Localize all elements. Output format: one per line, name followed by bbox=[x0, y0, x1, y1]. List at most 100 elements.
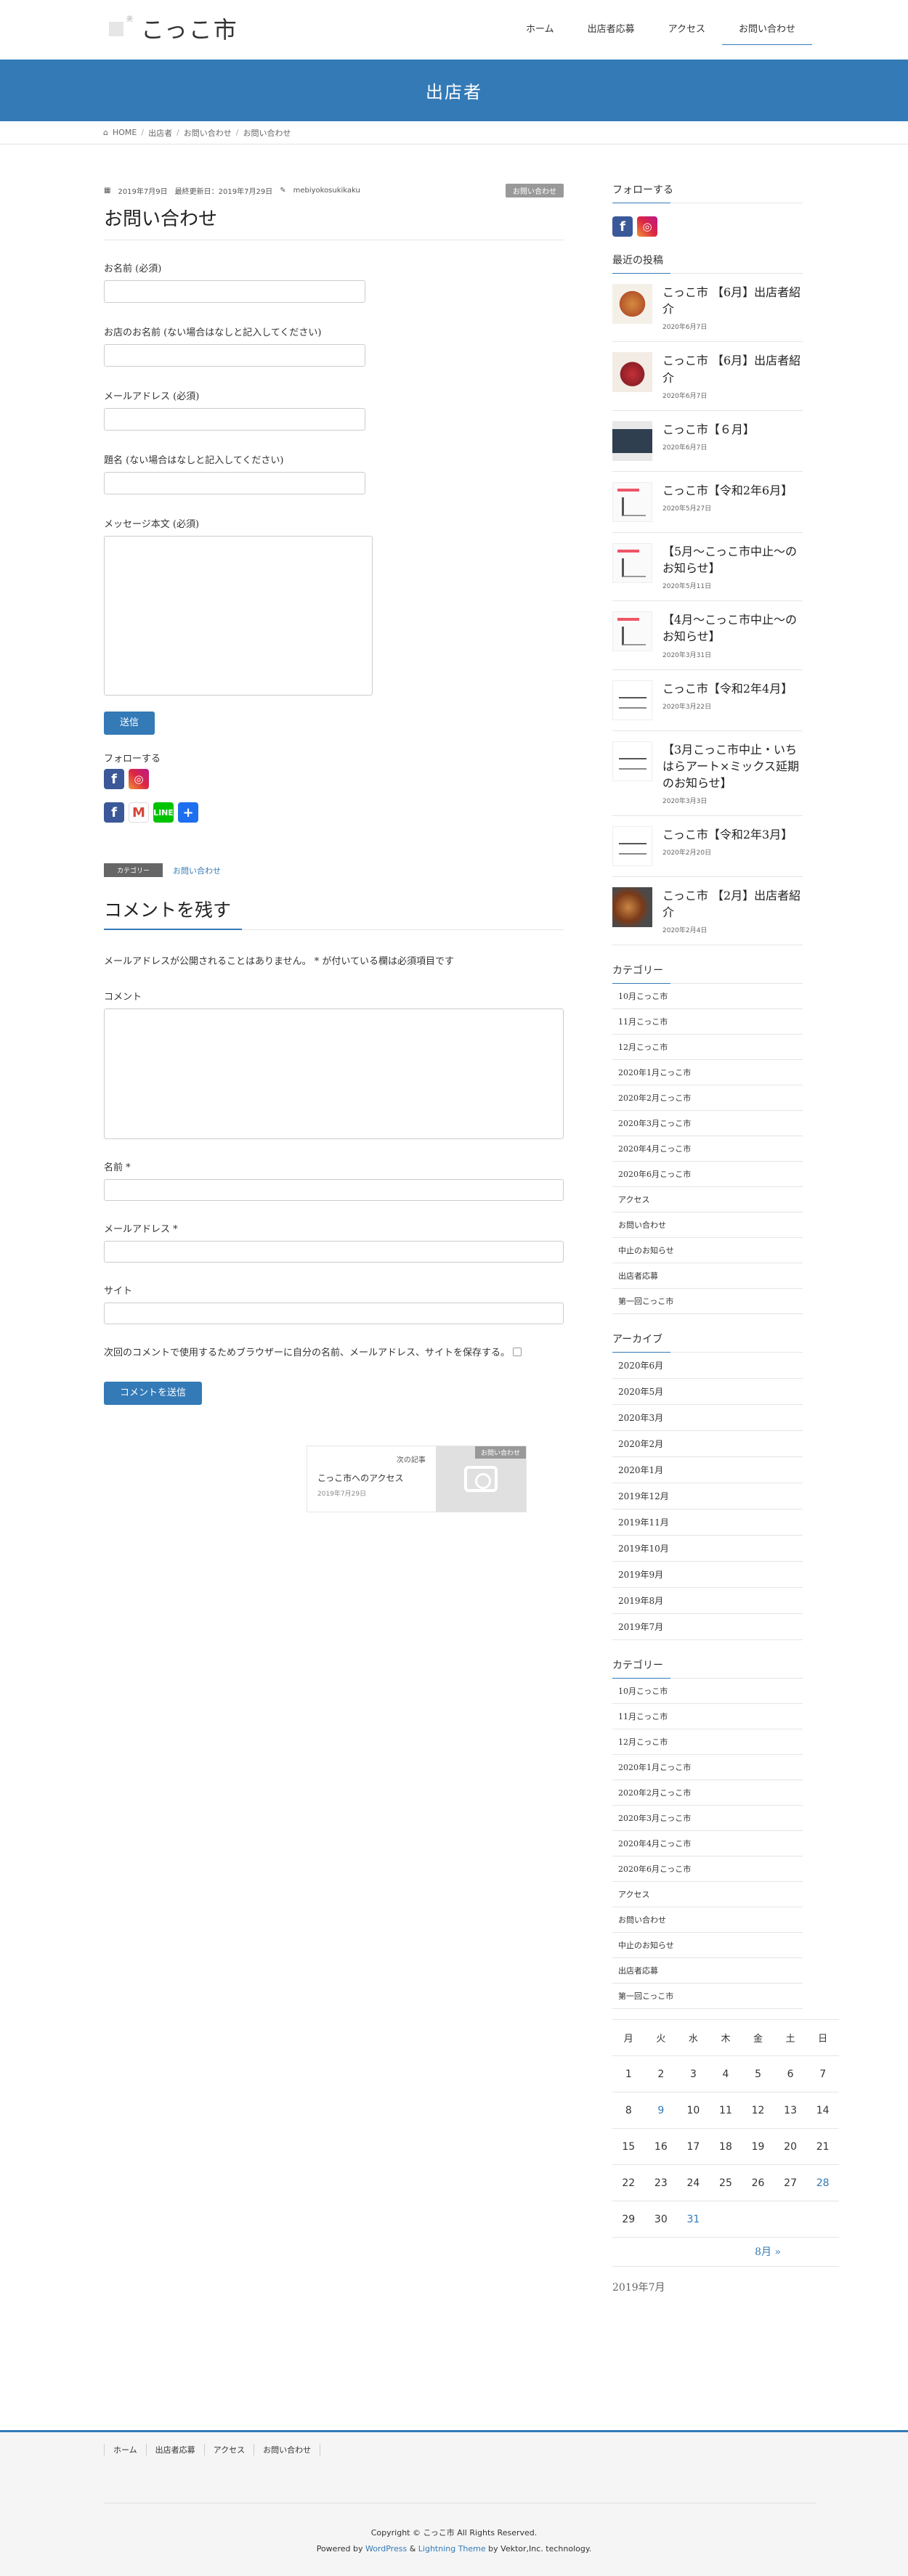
category-item[interactable]: お問い合わせ bbox=[612, 1907, 803, 1933]
post-date: 2020年6月7日 bbox=[662, 392, 708, 400]
next-post-card[interactable]: 次の記事 こっこ市へのアクセス 2019年7月29日 お問い合わせ bbox=[307, 1446, 527, 1512]
calendar-day: 14 bbox=[806, 2092, 839, 2129]
category-item[interactable]: アクセス bbox=[612, 1187, 803, 1213]
category-item[interactable]: 2020年6月こっこ市 bbox=[612, 1162, 803, 1188]
save-info-checkbox[interactable] bbox=[513, 1347, 522, 1356]
category-item[interactable]: 2020年6月こっこ市 bbox=[612, 1856, 803, 1883]
footer-nav-access[interactable]: アクセス bbox=[203, 2444, 254, 2455]
subject-input[interactable] bbox=[104, 472, 365, 494]
post-title: 【4月〜こっこ市中止〜のお知らせ】 bbox=[662, 613, 798, 644]
recent-post-item[interactable]: こっこ市【令和2年4月】 2020年3月22日 bbox=[612, 670, 803, 731]
submit-button[interactable]: 送信 bbox=[104, 712, 155, 735]
comment-submit-button[interactable]: コメントを送信 bbox=[104, 1382, 203, 1405]
email-input[interactable] bbox=[104, 408, 365, 431]
category-item[interactable]: 2020年4月こっこ市 bbox=[612, 1831, 803, 1857]
comment-textarea[interactable] bbox=[104, 1008, 564, 1139]
archive-item[interactable]: 2020年5月 bbox=[612, 1379, 803, 1406]
facebook-share-icon[interactable]: f bbox=[104, 802, 124, 823]
shop-name-input[interactable] bbox=[104, 344, 365, 367]
calendar-day bbox=[709, 2201, 742, 2238]
calendar-day[interactable]: 9 bbox=[644, 2092, 678, 2129]
recent-post-item[interactable]: 【5月〜こっこ市中止〜のお知らせ】 2020年5月11日 bbox=[612, 533, 803, 602]
category-item[interactable]: 中止のお知らせ bbox=[612, 1238, 803, 1264]
archive-item[interactable]: 2019年8月 bbox=[612, 1588, 803, 1615]
category-item[interactable]: 中止のお知らせ bbox=[612, 1933, 803, 1959]
recent-post-item[interactable]: こっこ市 【6月】出店者紹介 2020年6月7日 bbox=[612, 342, 803, 411]
category-item[interactable]: 12月こっこ市 bbox=[612, 1035, 803, 1061]
recent-post-item[interactable]: こっこ市【令和2年6月】 2020年5月27日 bbox=[612, 472, 803, 533]
nav-apply[interactable]: 出店者応募 bbox=[571, 15, 652, 45]
site-logo[interactable]: 美 こっこ市 bbox=[108, 12, 238, 45]
category-item[interactable]: 10月こっこ市 bbox=[612, 1679, 803, 1705]
instagram-icon[interactable]: ◎ bbox=[129, 769, 149, 789]
archive-item[interactable]: 2020年6月 bbox=[612, 1353, 803, 1379]
entry-category-badge[interactable]: お問い合わせ bbox=[506, 183, 564, 197]
archive-item[interactable]: 2019年10月 bbox=[612, 1536, 803, 1562]
message-textarea[interactable] bbox=[104, 536, 373, 696]
category-item[interactable]: お問い合わせ bbox=[612, 1212, 803, 1239]
recent-post-item[interactable]: こっこ市【令和2年3月】 2020年2月20日 bbox=[612, 816, 803, 878]
archive-item[interactable]: 2019年12月 bbox=[612, 1483, 803, 1510]
calendar-weekday: 土 bbox=[774, 2019, 807, 2057]
calendar-day[interactable]: 31 bbox=[677, 2201, 710, 2238]
calendar-next-link[interactable]: 8月 » bbox=[612, 2238, 839, 2267]
archive-item[interactable]: 2019年11月 bbox=[612, 1509, 803, 1536]
gmail-share-icon[interactable]: M bbox=[129, 802, 149, 823]
calendar-day[interactable]: 28 bbox=[806, 2164, 839, 2202]
category-item[interactable]: 第一回こっこ市 bbox=[612, 1289, 803, 1315]
recent-post-item[interactable]: 【4月〜こっこ市中止〜のお知らせ】 2020年3月31日 bbox=[612, 601, 803, 670]
post-date: 2020年2月20日 bbox=[662, 849, 712, 857]
line-share-icon[interactable]: LINE bbox=[153, 802, 174, 823]
name-input[interactable] bbox=[104, 280, 365, 303]
calendar-day bbox=[742, 2201, 774, 2238]
nav-contact[interactable]: お問い合わせ bbox=[721, 15, 812, 45]
category-item[interactable]: 2020年2月こっこ市 bbox=[612, 1780, 803, 1806]
category-item[interactable]: 2020年4月こっこ市 bbox=[612, 1136, 803, 1162]
comment-email-input[interactable] bbox=[104, 1241, 564, 1263]
comment-site-input[interactable] bbox=[104, 1303, 564, 1324]
comment-name-input[interactable] bbox=[104, 1179, 564, 1201]
category-item[interactable]: 12月こっこ市 bbox=[612, 1729, 803, 1756]
nav-access[interactable]: アクセス bbox=[652, 15, 722, 45]
nav-home[interactable]: ホーム bbox=[509, 15, 571, 45]
breadcrumb-home[interactable]: HOME bbox=[113, 128, 137, 137]
recent-post-item[interactable]: 【3月こっこ市中止・いちはらアート×ミックス延期のお知らせ】 2020年3月3日 bbox=[612, 731, 803, 817]
calendar-day: 22 bbox=[612, 2164, 645, 2202]
category-item[interactable]: 2020年1月こっこ市 bbox=[612, 1060, 803, 1086]
category-item[interactable]: 11月こっこ市 bbox=[612, 1704, 803, 1730]
sidebar-facebook-icon[interactable]: f bbox=[612, 216, 633, 237]
category-item[interactable]: 10月こっこ市 bbox=[612, 984, 803, 1010]
category-item[interactable]: 2020年3月こっこ市 bbox=[612, 1111, 803, 1137]
footer-nav-apply[interactable]: 出店者応募 bbox=[145, 2444, 204, 2455]
share-plus-icon[interactable]: + bbox=[178, 802, 198, 823]
footer-nav-home[interactable]: ホーム bbox=[104, 2444, 146, 2455]
sidebar-instagram-icon[interactable]: ◎ bbox=[637, 216, 657, 237]
archive-item[interactable]: 2019年7月 bbox=[612, 1614, 803, 1641]
archive-item[interactable]: 2019年9月 bbox=[612, 1562, 803, 1589]
category-item[interactable]: 11月こっこ市 bbox=[612, 1009, 803, 1035]
category-item[interactable]: 出店者応募 bbox=[612, 1263, 803, 1289]
wordpress-link[interactable]: WordPress bbox=[365, 2544, 407, 2553]
next-post-date: 2019年7月29日 bbox=[317, 1491, 367, 1498]
archive-item[interactable]: 2020年3月 bbox=[612, 1405, 803, 1432]
category-item[interactable]: 出店者応募 bbox=[612, 1958, 803, 1984]
category-item[interactable]: 第一回こっこ市 bbox=[612, 1984, 803, 2010]
category-link[interactable]: お問い合わせ bbox=[173, 865, 221, 876]
footer-nav-contact[interactable]: お問い合わせ bbox=[254, 2444, 321, 2455]
post-thumbnail bbox=[612, 284, 652, 324]
category-item[interactable]: 2020年3月こっこ市 bbox=[612, 1806, 803, 1832]
archive-item[interactable]: 2020年1月 bbox=[612, 1457, 803, 1484]
breadcrumb-contact-cat[interactable]: お問い合わせ bbox=[184, 127, 232, 139]
recent-post-item[interactable]: こっこ市 【6月】出店者紹介 2020年6月7日 bbox=[612, 274, 803, 343]
archive-item[interactable]: 2020年2月 bbox=[612, 1431, 803, 1458]
facebook-icon[interactable]: f bbox=[104, 769, 124, 789]
category-item[interactable]: アクセス bbox=[612, 1882, 803, 1908]
recent-post-item[interactable]: こっこ市【６月】 2020年6月7日 bbox=[612, 411, 803, 472]
category-item[interactable]: 2020年2月こっこ市 bbox=[612, 1085, 803, 1112]
theme-link[interactable]: Lightning Theme bbox=[418, 2544, 486, 2553]
category-item[interactable]: 2020年1月こっこ市 bbox=[612, 1755, 803, 1781]
recent-post-item[interactable]: こっこ市 【2月】出店者紹介 2020年2月4日 bbox=[612, 877, 803, 946]
calendar-widget: 月火水木金土日 1 2 3 4 5 6 7 8 9 10 11 12 13 14 15 16 17 18 19 20 2… bbox=[612, 2019, 839, 2294]
shop-name-label: お店のお名前 (ない場合はなしと記入してください) bbox=[104, 327, 322, 338]
breadcrumb-exhibitor[interactable]: 出店者 bbox=[148, 127, 172, 139]
